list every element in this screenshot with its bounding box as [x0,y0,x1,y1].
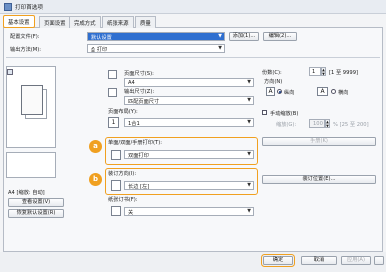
view-settings-button[interactable]: 查看设置(V) [8,198,64,207]
chevron-down-icon: ▼ [218,34,222,39]
page-layout-label: 页面布局(Y): [108,109,138,115]
output-method-select[interactable]: ⎙ 打印 ▼ [87,44,225,53]
divider [6,57,380,58]
scaling-value: 100 [313,121,323,127]
landscape-label: 横向 [338,90,349,96]
page-size-icon [108,70,117,79]
profile-select[interactable]: 默认设置 ▼ [87,32,225,41]
chevron-down-icon: ▼ [247,152,251,157]
page-size-label: 页面尺寸(S): [124,71,154,77]
orientation-label: 方向(N) [264,79,283,85]
chevron-down-icon: ▼ [218,46,222,51]
staple-label: 纸张订书(F): [108,197,138,203]
binding-select[interactable]: 长边 [左] ▼ [124,181,254,190]
duplex-label: 单面/双面/手册打印(T): [108,140,162,146]
staple-select[interactable]: 关 ▼ [124,207,254,216]
duplex-value: 双面打印 [128,153,149,159]
portrait-page-icon: A [266,87,275,96]
restore-defaults-button[interactable]: 恢复默认设置(R) [8,209,64,218]
page-layout-select[interactable]: 1合1 ▼ [124,118,254,127]
scaling-stepper[interactable]: ▲ ▼ [325,119,330,128]
window-title: 打印首选项 [15,5,43,11]
portrait-radio[interactable] [277,89,282,94]
binding-location-button[interactable]: 装订位置(E)... [262,175,376,184]
chevron-down-icon: ▼ [247,209,251,214]
preview-view-icons[interactable] [7,69,14,77]
copies-input[interactable]: 1 [309,67,321,76]
single-page-icon[interactable] [7,69,13,75]
layout-icon: 1 [108,117,119,128]
cancel-button[interactable]: 取消 [301,256,337,265]
copies-stepper[interactable]: ▲ ▼ [321,67,326,76]
scaling-range: % [25 至 200] [333,122,369,128]
binding-icon [111,180,121,191]
landscape-radio[interactable] [331,89,336,94]
profile-value: 默认设置 [91,35,112,41]
output-size-select[interactable]: 匹配页面尺寸 ▼ [124,96,254,105]
booklet-button[interactable]: 手册(K) [262,137,376,146]
output-method-label: 输出方法(M): [10,47,42,53]
copies-range: [1 至 9999] [329,70,359,76]
tab-basic-settings[interactable]: 基本设置 [3,15,35,28]
page-size-select[interactable]: A4 ▼ [124,78,254,87]
tab-paper-source[interactable]: 纸张来源 [102,16,134,28]
callout-badge-a: a [89,140,102,153]
binding-value: 长边 [左] [128,184,150,190]
title-bar: 打印首选项 [0,0,386,14]
help-button[interactable]: 帮助 [374,256,384,265]
duplex-icon [111,150,121,160]
copies-value: 1 [312,69,316,75]
preview-status: A4 [缩放: 自动] [8,190,45,196]
tab-finishing[interactable]: 完成方式 [69,16,101,28]
tab-strip: 基本设置 页面设置 完成方式 纸张来源 质量 [3,15,383,28]
apply-button[interactable]: 应用(A) [341,256,371,265]
manual-scaling-label: 手动缩放(B) [270,111,299,117]
chevron-down-icon: ▼ [247,183,251,188]
chevron-down-icon: ▼ [247,98,251,103]
output-size-value: 匹配页面尺寸 [128,99,160,105]
page-size-value: A4 [128,80,135,86]
chevron-down-icon: ▼ [247,80,251,85]
preview-detail [6,152,56,178]
preview-page-front [21,85,43,115]
scaling-value-label: 缩放(G): [276,122,297,128]
scaling-input[interactable]: 100 [309,119,325,128]
manual-scaling-checkbox[interactable] [262,110,267,115]
page-layout-value: 1合1 [128,121,140,127]
landscape-page-icon: A [317,87,328,96]
printer-app-icon [4,3,12,11]
binding-label: 装订方向(I): [108,171,137,177]
tab-page-setup[interactable]: 页面设置 [39,16,71,28]
page-preview [6,66,56,148]
chevron-down-icon: ▼ [247,120,251,125]
output-method-value: 打印 [96,47,108,53]
staple-icon [111,206,121,216]
duplex-select[interactable]: 双面打印 ▼ [124,150,254,159]
tab-quality[interactable]: 质量 [135,16,156,28]
output-size-icon [108,88,117,97]
edit-profile-button[interactable]: 编辑(2)... [263,32,297,41]
copies-label: 份数(C): [262,70,282,76]
ok-button[interactable]: 确定 [261,254,295,267]
add-profile-button[interactable]: 添加(1)... [229,32,259,41]
staple-value: 关 [128,210,134,216]
profile-label: 配置文件(F): [10,34,40,40]
output-size-label: 输出尺寸(Z): [124,89,155,95]
portrait-label: 纵向 [284,90,295,96]
callout-badge-b: b [89,173,102,186]
